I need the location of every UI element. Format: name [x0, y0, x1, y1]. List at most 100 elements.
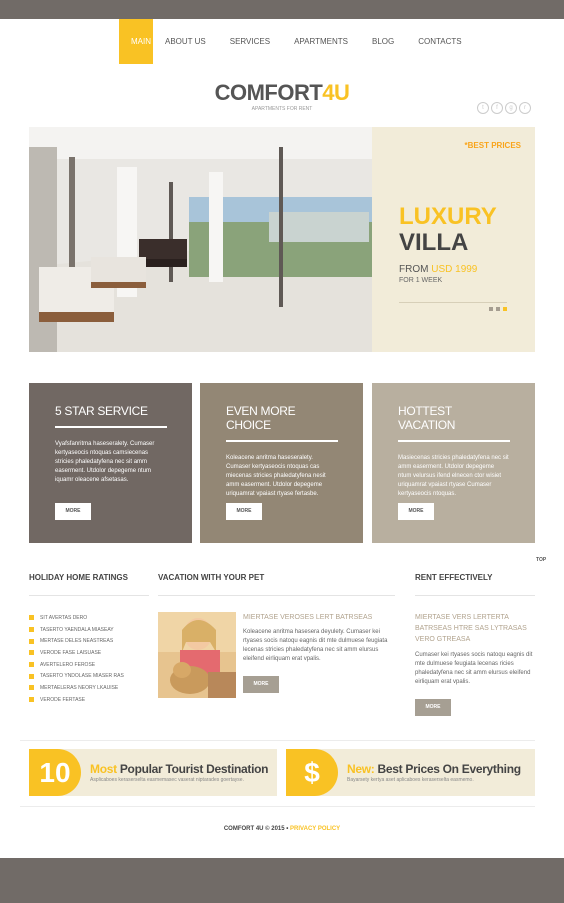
- bullet-icon: [29, 697, 34, 703]
- nav-contacts[interactable]: CONTACTS: [406, 19, 473, 64]
- divider: [20, 806, 535, 807]
- nav-about-us[interactable]: ABOUT US: [153, 19, 218, 64]
- service-title: 5 STAR SERVICE: [55, 404, 148, 418]
- promo-title: New: Best Prices On Everything: [347, 762, 521, 776]
- promo-badge: 10: [29, 749, 81, 796]
- hero-price: FROM USD 1999: [399, 264, 477, 275]
- promo-subtitle: Bayarsety kertya aset aplicaboes keraser…: [347, 777, 474, 783]
- more-button[interactable]: MORE: [55, 503, 91, 520]
- slider-dot-active[interactable]: [503, 307, 507, 311]
- service-rule: [398, 440, 510, 442]
- privacy-policy-link[interactable]: PRIVACY POLICY: [290, 826, 340, 832]
- rent-title: RENT EFFECTIVELY: [415, 573, 493, 582]
- list-item[interactable]: MERTAELERAS NEORY LKAUISE: [29, 682, 124, 694]
- service-box-vacation: HOTTEST VACATION Masiecenas stricies pha…: [372, 383, 535, 543]
- nav-blog[interactable]: BLOG: [360, 19, 406, 64]
- hero-slider: *BEST PRICES LUXURY VILLA FROM USD 1999 …: [29, 127, 535, 352]
- list-item[interactable]: SIT AVERTAS DERO: [29, 612, 124, 624]
- promo-highlight: New:: [347, 762, 375, 776]
- pet-photo: [158, 612, 236, 698]
- nav-services[interactable]: SERVICES: [218, 19, 282, 64]
- list-item-label: TASERTO YNDOLASE MIASER RAS: [40, 673, 124, 680]
- copyright: COMFORT 4U © 2015 •: [223, 826, 289, 832]
- bullet-icon: [29, 627, 34, 633]
- top-bar: [0, 0, 564, 19]
- social-links: t f g r: [477, 102, 531, 114]
- divider: [20, 740, 535, 741]
- hero-title-line1: LUXURY: [399, 203, 497, 230]
- rss-icon[interactable]: r: [519, 102, 531, 114]
- promo-title-text: Popular Tourist Destination: [119, 762, 269, 776]
- service-title: EVEN MORE CHOICE: [226, 404, 296, 432]
- promo-banner-prices[interactable]: $ New: Best Prices On Everything Bayarse…: [286, 749, 535, 796]
- hero-panel: *BEST PRICES LUXURY VILLA FROM USD 1999 …: [372, 127, 535, 352]
- promo-title: Most Popular Tourist Destination: [90, 762, 269, 776]
- bullet-icon: [29, 662, 34, 668]
- list-item-label: MERTASE DELES NEASTREAS: [40, 638, 114, 645]
- from-label: FROM: [399, 264, 429, 275]
- list-item-label: SIT AVERTAS DERO: [40, 614, 88, 621]
- bullet-icon: [29, 638, 34, 644]
- pet-text: Koleacene anritma hasesera deyulety. Cum…: [243, 629, 388, 662]
- service-text: Vyafsfanritma haseseralety. Cumaser kert…: [55, 441, 155, 483]
- list-item[interactable]: TASERTO YAENDALA MIASEAY: [29, 624, 124, 636]
- more-button[interactable]: MORE: [226, 503, 262, 520]
- promo-banner-destination[interactable]: 10 Most Popular Tourist Destination Aspl…: [29, 749, 277, 796]
- main-nav: MAIN ABOUT US SERVICES APARTMENTS BLOG C…: [119, 19, 474, 64]
- ratings-list: SIT AVERTAS DERO TASERTO YAENDALA MIASEA…: [29, 612, 124, 706]
- pet-link[interactable]: MIERTASE VEROSES LERT BATRSEAS: [243, 612, 403, 623]
- rent-rule: [415, 595, 535, 596]
- slider-dot[interactable]: [489, 307, 493, 311]
- bullet-icon: [29, 673, 34, 679]
- google-plus-icon[interactable]: g: [505, 102, 517, 114]
- service-rule: [226, 440, 338, 442]
- more-button[interactable]: MORE: [398, 503, 434, 520]
- list-item-label: VERODE FASE LAISUASE: [40, 649, 102, 656]
- bottom-bar: [0, 858, 564, 903]
- list-item-label: MERTAELERAS NEORY LKAUISE: [40, 684, 119, 691]
- service-text: Masiecenas stricies phaledatyfena nec si…: [398, 455, 509, 497]
- pet-rule: [158, 595, 395, 596]
- dollar-icon: $: [286, 749, 338, 796]
- list-item-label: AVERTELERO FEROSE: [40, 661, 96, 668]
- ratings-rule: [29, 595, 149, 596]
- list-item[interactable]: MERTASE DELES NEASTREAS: [29, 635, 124, 647]
- slider-pagination: [489, 307, 507, 311]
- nav-apartments[interactable]: APARTMENTS: [282, 19, 360, 64]
- ratings-title: HOLIDAY HOME RATINGS: [29, 573, 128, 582]
- list-item[interactable]: VERODE FERTASE: [29, 694, 124, 706]
- pet-title: VACATION WITH YOUR PET: [158, 573, 265, 582]
- rent-text: Cumaser kei rtyases socis natoqu eagnis …: [415, 652, 533, 685]
- rent-link[interactable]: MIERTASE VERS LERTERTA BATRSEAS HTRE SAS…: [415, 612, 535, 645]
- best-prices-badge: *BEST PRICES: [464, 141, 521, 150]
- service-box-choice: EVEN MORE CHOICE Koleacene anritma hases…: [200, 383, 363, 543]
- footer: COMFORT 4U © 2015 • PRIVACY POLICY: [0, 826, 564, 832]
- bullet-icon: [29, 685, 34, 691]
- list-item-label: VERODE FERTASE: [40, 696, 86, 703]
- list-item[interactable]: TASERTO YNDOLASE MIASER RAS: [29, 670, 124, 682]
- back-to-top[interactable]: TOP: [536, 557, 546, 563]
- bullet-icon: [29, 615, 34, 621]
- service-box-star: 5 STAR SERVICE Vyafsfanritma haseseralet…: [29, 383, 192, 543]
- list-item[interactable]: VERODE FASE LAISUASE: [29, 647, 124, 659]
- service-text: Koleacene anritma haseseralety. Cumaser …: [226, 455, 326, 497]
- more-button[interactable]: MORE: [243, 676, 279, 693]
- nav-main[interactable]: MAIN: [119, 19, 153, 64]
- facebook-icon[interactable]: f: [491, 102, 503, 114]
- hero-period: FOR 1 WEEK: [399, 277, 443, 284]
- hero-title-line2: VILLA: [399, 229, 469, 256]
- hero-image: [29, 127, 372, 352]
- promo-subtitle: Asplicaboes keraserselta easmemasec vase…: [90, 777, 244, 783]
- service-title: HOTTEST VACATION: [398, 404, 456, 432]
- more-button[interactable]: MORE: [415, 699, 451, 716]
- list-item-label: TASERTO YAENDALA MIASEAY: [40, 626, 114, 633]
- promo-highlight: Most: [90, 762, 117, 776]
- bullet-icon: [29, 650, 34, 656]
- hero-divider: [399, 302, 507, 303]
- twitter-icon[interactable]: t: [477, 102, 489, 114]
- price-value: USD 1999: [431, 264, 478, 275]
- logo-main: COMFORT: [214, 80, 323, 105]
- slider-dot[interactable]: [496, 307, 500, 311]
- promo-title-text: Best Prices On Everything: [377, 762, 522, 776]
- list-item[interactable]: AVERTELERO FEROSE: [29, 659, 124, 671]
